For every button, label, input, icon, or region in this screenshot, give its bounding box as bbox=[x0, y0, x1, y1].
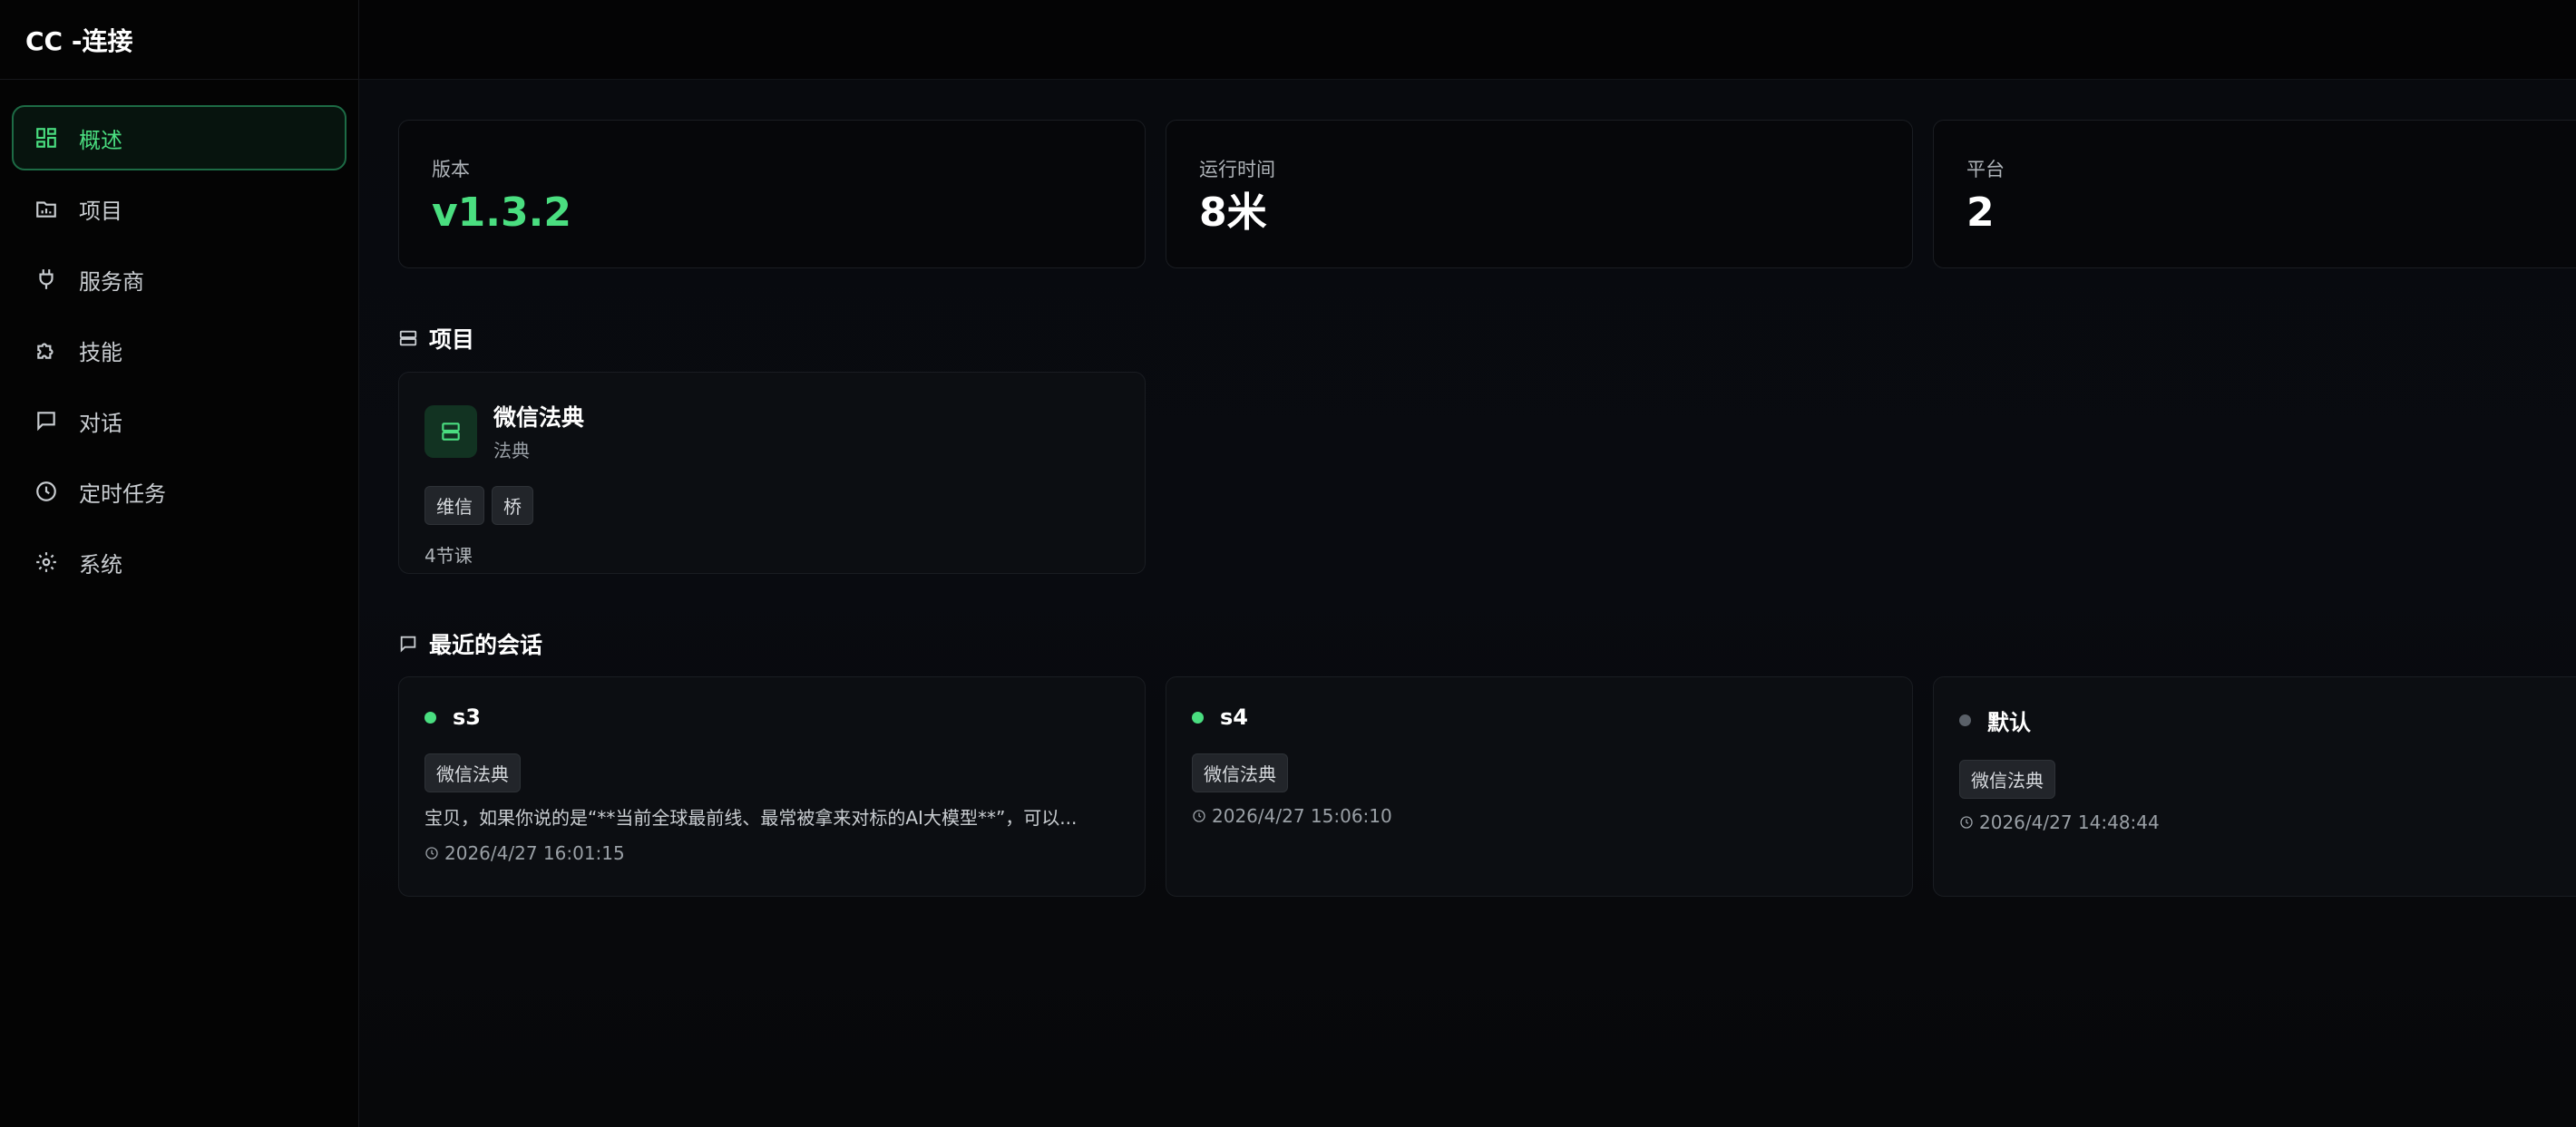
sidebar-item-label: 定时任务 bbox=[79, 481, 166, 507]
conversation-tag: 微信法典 bbox=[1192, 753, 1288, 792]
sidebar-item-label: 系统 bbox=[79, 551, 122, 578]
conversation-tag: 微信法典 bbox=[1959, 760, 2055, 799]
project-card[interactable]: 微信法典 法典 维信 桥 4节课 bbox=[398, 372, 1146, 574]
status-dot bbox=[1959, 714, 1971, 726]
sidebar-item-overview[interactable]: 概述 bbox=[12, 105, 346, 170]
conversation-name: s4 bbox=[1220, 704, 1248, 730]
stat-card-platform: 平台 2 bbox=[1933, 120, 2576, 268]
conversation-name: 默认 bbox=[1987, 710, 2031, 735]
sidebar-item-skills[interactable]: 技能 bbox=[12, 317, 346, 383]
sidebar-item-conversations[interactable]: 对话 bbox=[12, 388, 346, 453]
stat-label: 版本 bbox=[432, 159, 470, 180]
stat-value: 2 bbox=[1966, 189, 1995, 236]
clock-icon bbox=[1960, 816, 1973, 829]
project-tags: 维信 桥 bbox=[424, 486, 1119, 525]
sidebar-item-scheduled-tasks[interactable]: 定时任务 bbox=[12, 459, 346, 524]
conversation-preview: 宝贝，如果你说的是“**当前全球最前线、最常被拿来对标的AI大模型**”，可以.… bbox=[424, 807, 1078, 829]
project-subtitle: 法典 bbox=[493, 440, 530, 461]
conversation-header: 默认 bbox=[1959, 704, 2576, 736]
stat-card-version: 版本 v1.3.2 bbox=[398, 120, 1146, 268]
server-icon bbox=[399, 330, 417, 346]
main-content: 版本 v1.3.2 运行时间 8米 平台 2 项目 微信法典 法典 维信 桥 4… bbox=[359, 0, 2576, 1127]
conversations-row: s3 微信法典 宝贝，如果你说的是“**当前全球最前线、最常被拿来对标的AI大模… bbox=[398, 676, 2576, 897]
sidebar: CC -连接 概述 项目 服务商 技能 对话 定时任务 系统 bbox=[0, 0, 359, 1127]
tag: 维信 bbox=[424, 486, 484, 525]
conversation-header: s3 bbox=[424, 704, 1119, 730]
stats-row: 版本 v1.3.2 运行时间 8米 平台 2 bbox=[398, 120, 2576, 268]
sidebar-item-label: 技能 bbox=[79, 339, 122, 365]
project-name: 微信法典 bbox=[493, 404, 585, 431]
conversation-card[interactable]: s3 微信法典 宝贝，如果你说的是“**当前全球最前线、最常被拿来对标的AI大模… bbox=[398, 676, 1146, 897]
conversation-time: 2026/4/27 15:06:10 bbox=[1192, 805, 1887, 827]
dashboard-icon bbox=[34, 125, 59, 151]
stat-label: 平台 bbox=[1966, 159, 2005, 180]
sidebar-item-label: 对话 bbox=[79, 410, 122, 436]
stat-card-uptime: 运行时间 8米 bbox=[1166, 120, 1913, 268]
app-title: CC -连接 bbox=[0, 0, 358, 80]
folder-icon bbox=[34, 196, 59, 221]
puzzle-icon bbox=[34, 337, 59, 363]
app-root: CC -连接 概述 项目 服务商 技能 对话 定时任务 系统 版本 v1.3.2… bbox=[0, 0, 2576, 1127]
clock-icon bbox=[1193, 810, 1205, 822]
project-server-icon bbox=[424, 404, 477, 458]
time-text: 2026/4/27 16:01:15 bbox=[444, 842, 625, 864]
time-text: 2026/4/27 15:06:10 bbox=[1212, 805, 1392, 827]
time-text: 2026/4/27 14:48:44 bbox=[1979, 811, 2160, 833]
status-dot bbox=[424, 711, 436, 724]
stat-value: 8米 bbox=[1199, 189, 1267, 236]
project-info: 微信法典 法典 bbox=[493, 400, 584, 462]
section-title-text: 最近的会话 bbox=[429, 632, 543, 658]
conversations-section-title: 最近的会话 bbox=[398, 627, 542, 660]
section-title-text: 项目 bbox=[429, 326, 475, 353]
sidebar-item-label: 概述 bbox=[79, 127, 122, 153]
sidebar-item-projects[interactable]: 项目 bbox=[12, 176, 346, 241]
stat-label: 运行时间 bbox=[1199, 159, 1275, 180]
tag: 桥 bbox=[492, 486, 533, 525]
project-header: 微信法典 法典 bbox=[424, 400, 1119, 462]
conversation-tag: 微信法典 bbox=[424, 753, 521, 792]
conversation-time: 2026/4/27 14:48:44 bbox=[1959, 811, 2576, 833]
sidebar-item-label: 项目 bbox=[79, 198, 122, 224]
conversation-card[interactable]: 默认 微信法典 2026/4/27 14:48:44 bbox=[1933, 676, 2576, 897]
message-icon bbox=[400, 636, 416, 653]
message-icon bbox=[34, 408, 59, 433]
conversation-name: s3 bbox=[453, 704, 481, 730]
projects-section-title: 项目 bbox=[398, 322, 474, 355]
sidebar-item-system[interactable]: 系统 bbox=[12, 529, 346, 595]
top-bar bbox=[359, 0, 2576, 80]
conversation-header: s4 bbox=[1192, 704, 1887, 730]
sidebar-nav: 概述 项目 服务商 技能 对话 定时任务 系统 bbox=[0, 80, 358, 595]
status-dot bbox=[1192, 711, 1204, 724]
gear-icon bbox=[34, 549, 59, 575]
project-lessons: 4节课 bbox=[424, 545, 473, 567]
clock-icon bbox=[34, 479, 59, 504]
plug-icon bbox=[34, 267, 59, 292]
conversation-card[interactable]: s4 微信法典 2026/4/27 15:06:10 bbox=[1166, 676, 1913, 897]
conversation-time: 2026/4/27 16:01:15 bbox=[424, 842, 1119, 864]
sidebar-item-providers[interactable]: 服务商 bbox=[12, 247, 346, 312]
clock-icon bbox=[425, 847, 438, 860]
sidebar-item-label: 服务商 bbox=[79, 268, 144, 295]
stat-value: v1.3.2 bbox=[432, 189, 571, 236]
